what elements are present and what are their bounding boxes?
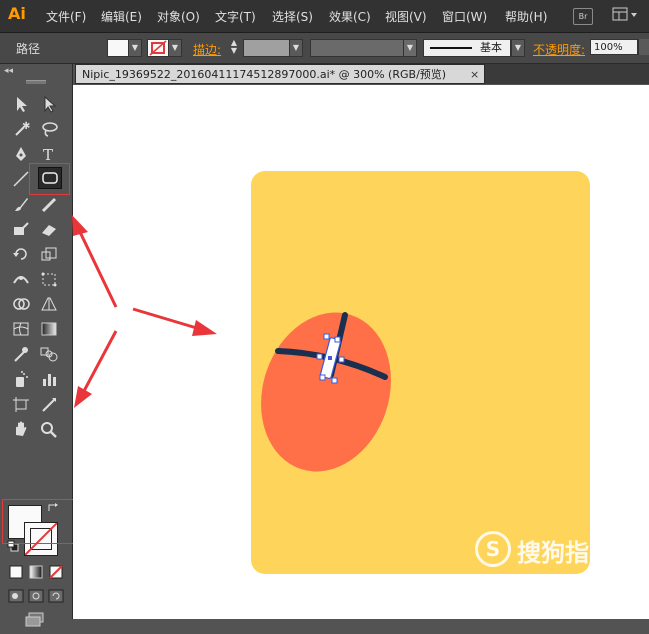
brush-definition-select[interactable]: 基本 (423, 39, 511, 57)
svg-text:T: T (43, 146, 53, 164)
profile-dropdown[interactable]: ▼ (403, 39, 417, 57)
highlight-box-fill-stroke (2, 499, 74, 544)
tab-bar-empty (485, 64, 649, 84)
stroke-label[interactable]: 描边: (193, 41, 221, 58)
type-tool-icon[interactable]: T (38, 144, 60, 164)
panel-grip[interactable] (26, 80, 46, 84)
stroke-spinner-icon[interactable]: ▲ ▼ (228, 39, 240, 55)
eraser-tool-icon[interactable] (38, 219, 60, 239)
menu-file[interactable]: 文件(F) (46, 8, 86, 25)
control-bar: 路径 ▼ ▼ 描边: ▲ ▼ ▼ ▼ 基本 ▼ 不透明度: 100% (0, 33, 649, 64)
slice-tool-icon[interactable] (38, 394, 60, 414)
sogou-watermark: S 搜狗指南 zhinan.sogou.com (475, 531, 645, 591)
opacity-input[interactable]: 100% (590, 39, 638, 55)
scale-tool-icon[interactable] (38, 244, 60, 264)
pencil-tool-icon[interactable] (38, 194, 60, 214)
brush-stroke-preview (430, 47, 472, 49)
menu-effect[interactable]: 效果(C) (329, 8, 371, 25)
direct-selection-tool-icon[interactable] (38, 94, 60, 114)
collapse-panel-icon[interactable]: ◂◂ (4, 66, 13, 76)
draw-inside-icon[interactable] (48, 589, 64, 603)
selection-type-label: 路径 (16, 42, 41, 56)
opacity-dropdown[interactable] (638, 39, 649, 55)
eyedropper-tool-icon[interactable] (10, 344, 32, 364)
width-tool-icon[interactable] (10, 269, 32, 289)
zoom-tool-icon[interactable] (38, 419, 60, 439)
highlight-box-rounded-rect (29, 163, 70, 195)
magic-wand-tool-icon[interactable]: ✱ (10, 119, 32, 139)
symbol-sprayer-tool-icon[interactable] (10, 369, 32, 389)
menu-object[interactable]: 对象(O) (157, 8, 200, 25)
opacity-label[interactable]: 不透明度: (533, 41, 585, 58)
draw-normal-icon[interactable] (8, 589, 24, 603)
perspective-grid-tool-icon[interactable] (38, 294, 60, 314)
blob-brush-tool-icon[interactable] (10, 219, 32, 239)
menu-window[interactable]: 窗口(W) (442, 8, 487, 25)
stroke-color-swatch[interactable] (147, 39, 169, 57)
free-transform-tool-icon[interactable] (38, 269, 60, 289)
menu-type[interactable]: 文字(T) (215, 8, 256, 25)
paintbrush-tool-icon[interactable] (10, 194, 32, 214)
document-tab[interactable]: Nipic_19369522_20160411174512897000.ai* … (75, 64, 485, 84)
menu-edit[interactable]: 编辑(E) (101, 8, 142, 25)
menu-bar: Ai 文件(F) 编辑(E) 对象(O) 文字(T) 选择(S) 效果(C) 视… (0, 0, 649, 33)
watermark-text: 搜狗指南 (517, 539, 613, 567)
watermark-url: zhinan.sogou.com (477, 573, 587, 587)
screen-mode-icon[interactable] (24, 611, 46, 627)
workspace-switcher-icon[interactable] (612, 6, 638, 24)
bridge-button[interactable]: Br (573, 8, 593, 25)
stroke-dropdown-arrow[interactable]: ▼ (168, 39, 182, 57)
menu-view[interactable]: 视图(V) (385, 8, 427, 25)
artboard-tool-icon[interactable] (10, 394, 32, 414)
gradient-tool-icon[interactable] (38, 319, 60, 339)
gradient-mode-icon[interactable] (28, 564, 44, 580)
menu-select[interactable]: 选择(S) (272, 8, 313, 25)
brush-label: 基本 (480, 41, 502, 54)
tools-panel: ◂◂ ✱ T (0, 64, 74, 627)
fill-color-swatch[interactable] (107, 39, 129, 57)
mesh-tool-icon[interactable] (10, 319, 32, 339)
artboard-canvas[interactable]: S 搜狗指南 zhinan.sogou.com (73, 85, 649, 619)
brush-dropdown[interactable]: ▼ (511, 39, 525, 57)
menu-help[interactable]: 帮助(H) (505, 8, 547, 25)
lasso-tool-icon[interactable] (38, 119, 60, 139)
stroke-weight-dropdown[interactable]: ▼ (289, 39, 303, 57)
draw-behind-icon[interactable] (28, 589, 44, 603)
stroke-weight-field[interactable] (243, 39, 290, 57)
fill-dropdown-arrow[interactable]: ▼ (128, 39, 142, 57)
app-logo: Ai (8, 4, 26, 23)
variable-width-profile[interactable] (310, 39, 404, 57)
pen-tool-icon[interactable] (10, 144, 32, 164)
selection-tool-icon[interactable] (10, 94, 32, 114)
column-graph-tool-icon[interactable] (38, 369, 60, 389)
rotate-tool-icon[interactable] (10, 244, 32, 264)
svg-text:✱: ✱ (22, 121, 30, 132)
watermark-logo-icon: S (475, 531, 511, 567)
blend-tool-icon[interactable] (38, 344, 60, 364)
document-tab-title: Nipic_19369522_20160411174512897000.ai* … (82, 68, 447, 81)
hand-tool-icon[interactable] (10, 419, 32, 439)
color-mode-icon[interactable] (8, 564, 24, 580)
shape-builder-tool-icon[interactable] (10, 294, 32, 314)
none-mode-icon[interactable] (48, 564, 64, 580)
close-tab-icon[interactable]: × (470, 65, 479, 85)
